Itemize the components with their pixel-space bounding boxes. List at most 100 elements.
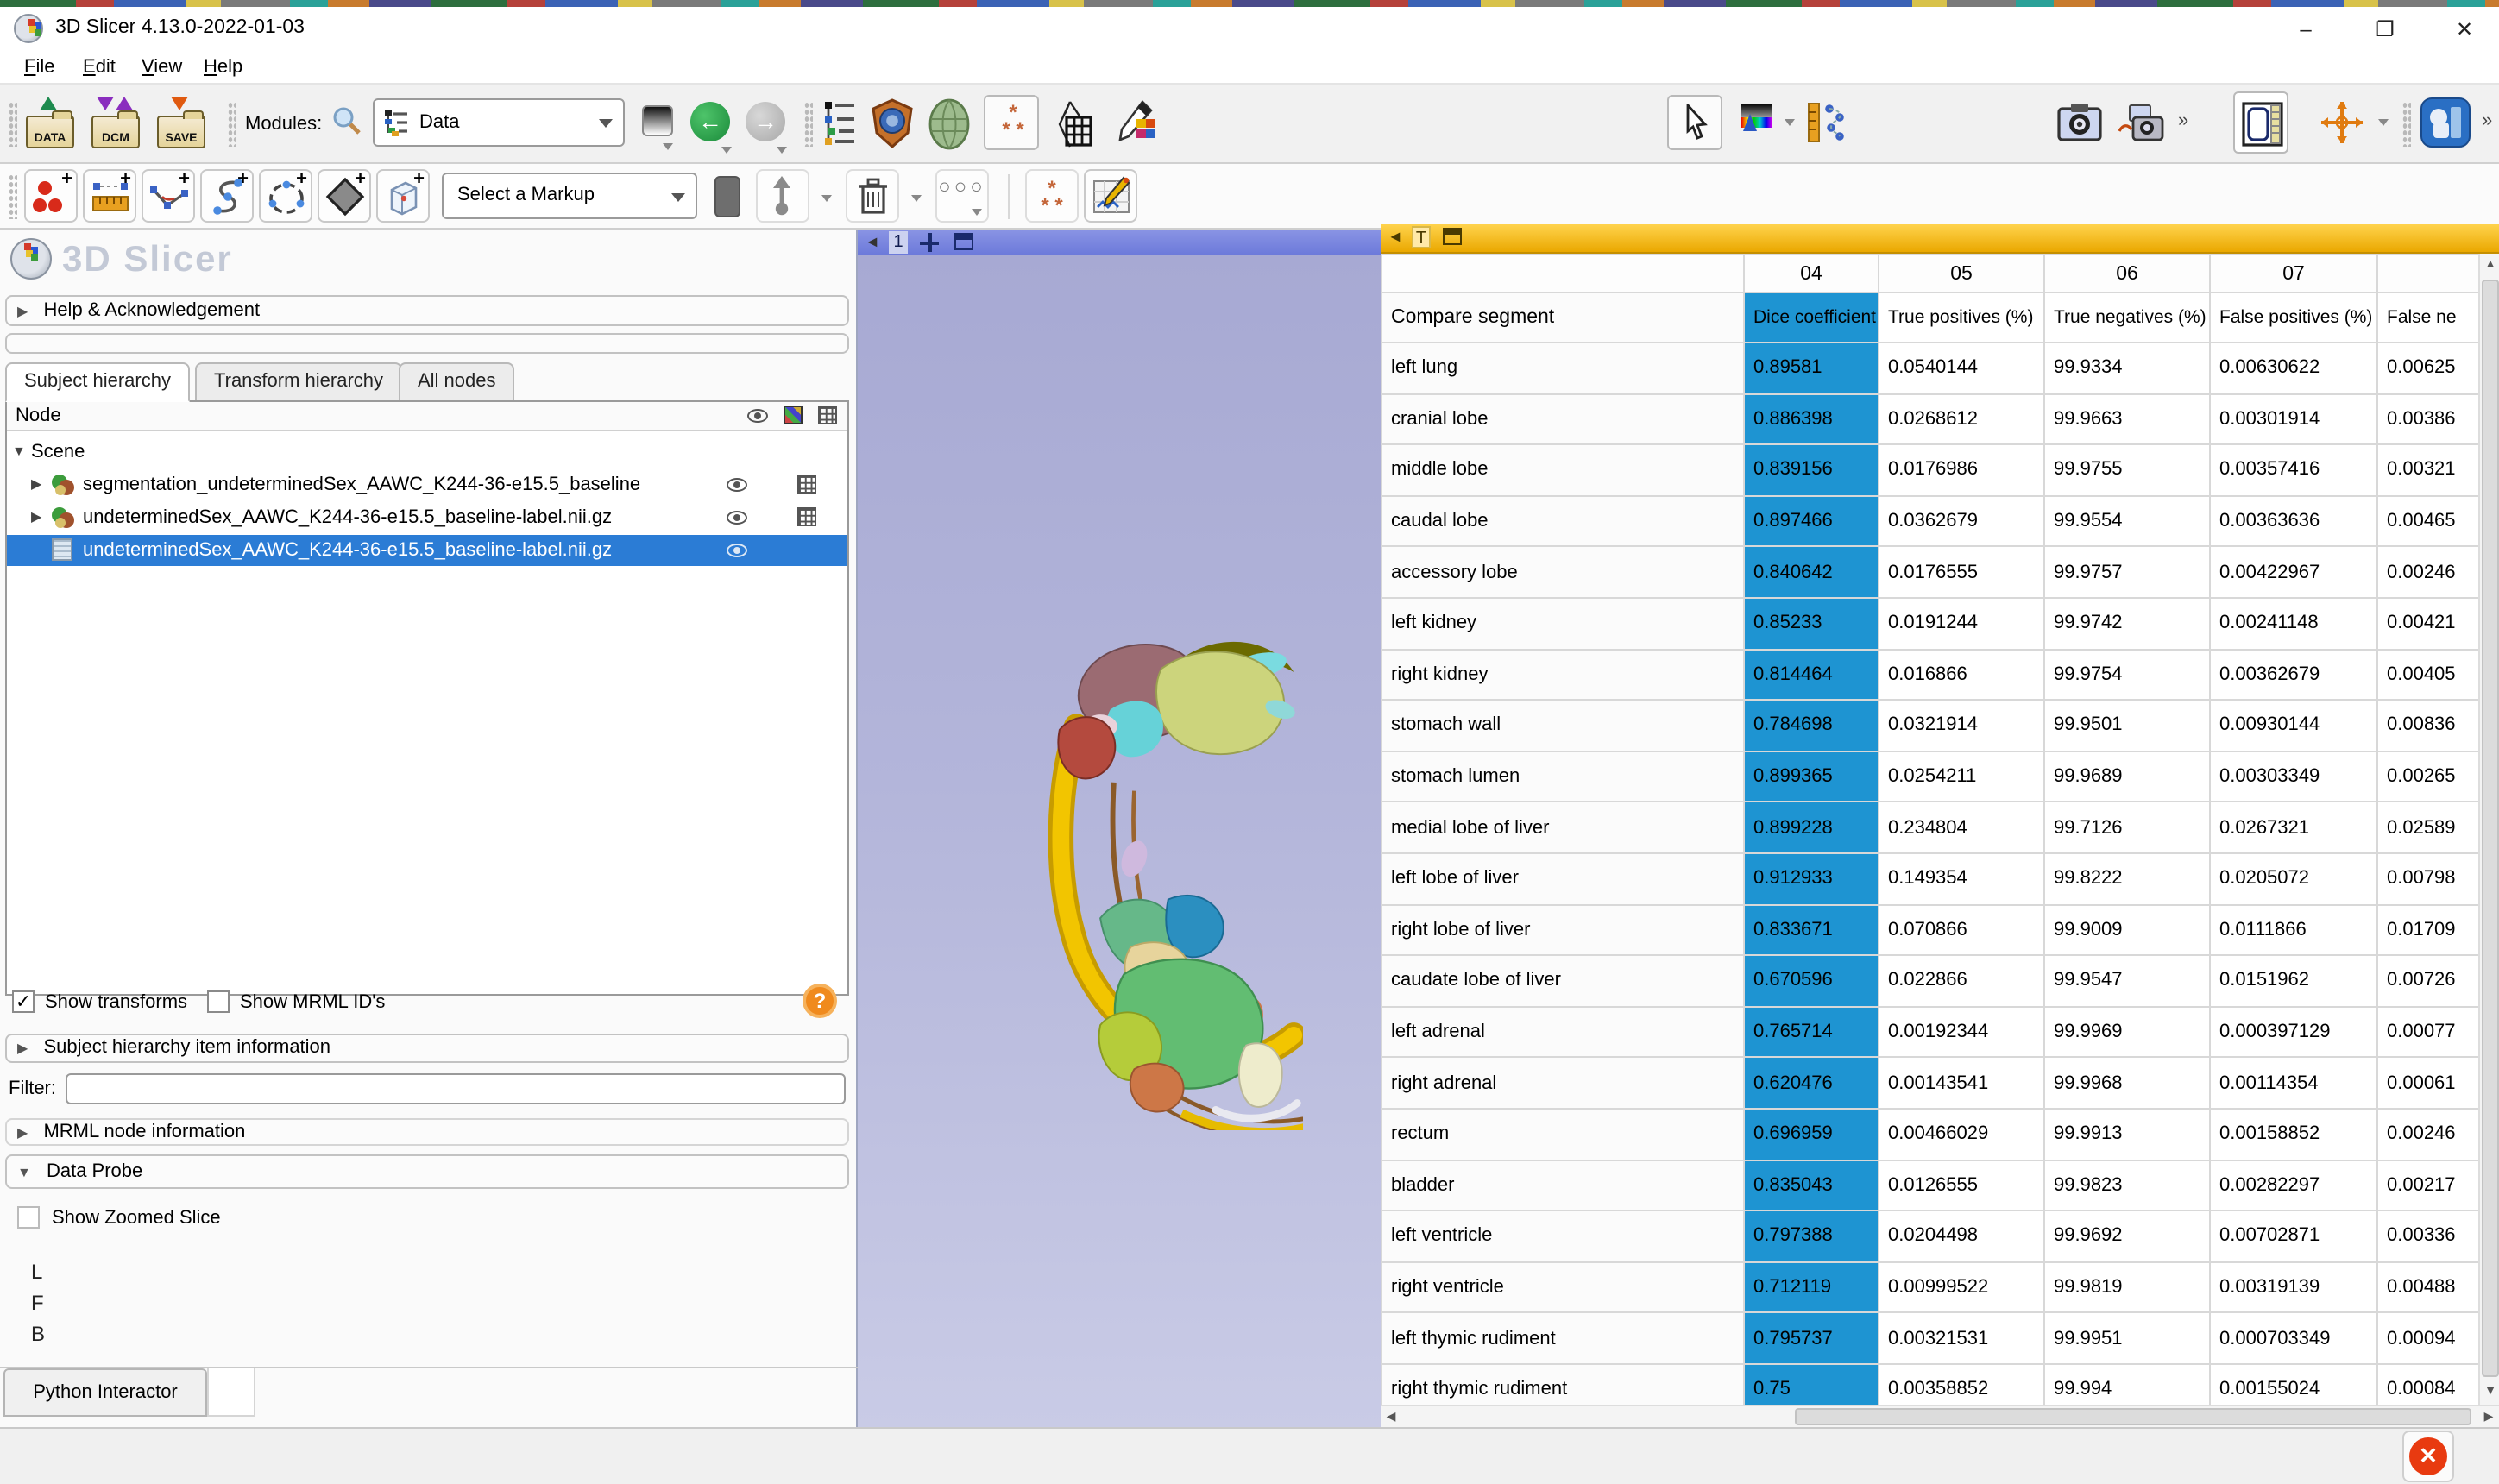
false-negatives-header-cell[interactable]: False ne [2377, 292, 2478, 343]
cell-fn[interactable]: 0.00246 [2377, 547, 2478, 598]
cell-tn[interactable]: 99.9951 [2044, 1313, 2210, 1364]
cell-fp[interactable]: 0.00282297 [2210, 1160, 2377, 1210]
scroll-right-arrow[interactable]: ▶ [2478, 1406, 2499, 1429]
cell-tp[interactable]: 0.234804 [1879, 802, 2044, 853]
cell-dice[interactable]: 0.839156 [1744, 444, 1879, 495]
visibility-eye-icon[interactable] [727, 544, 747, 557]
data-probe-section[interactable]: ▼ Data Probe [5, 1154, 849, 1189]
cell-dice[interactable]: 0.696959 [1744, 1109, 1879, 1160]
cell-fp[interactable]: 0.00702871 [2210, 1210, 2377, 1261]
menu-edit[interactable]: Edit [76, 55, 123, 83]
mrml-node-information-section[interactable]: ▶ MRML node information [5, 1118, 849, 1146]
create-open-curve-button[interactable]: + [200, 169, 254, 223]
cell-fp[interactable]: 0.0151962 [2210, 955, 2377, 1006]
chevron-down-icon[interactable] [821, 195, 832, 202]
mouse-interaction-button[interactable] [1667, 95, 1722, 150]
create-plane-button[interactable]: + [318, 169, 371, 223]
cell-tp[interactable]: 0.0254211 [1879, 751, 2044, 802]
table-row[interactable]: medial lobe of liver0.8992280.23480499.7… [1382, 802, 2478, 853]
cell-label[interactable]: right lobe of liver [1382, 904, 1744, 955]
maximize-view-icon[interactable] [954, 233, 973, 250]
cell-fn[interactable]: 0.00336 [2377, 1210, 2478, 1261]
cell-tn[interactable]: 99.994 [2044, 1364, 2210, 1405]
column-header-extra[interactable] [2377, 255, 2478, 292]
adjust-window-level-button[interactable] [1740, 102, 1774, 140]
save-button[interactable]: SAVE [155, 100, 207, 148]
table-row[interactable]: left adrenal0.7657140.0019234499.99690.0… [1382, 1006, 2478, 1057]
cell-fp[interactable]: 0.00422967 [2210, 547, 2377, 598]
toolbar-drag-handle[interactable] [9, 174, 17, 219]
cell-dice[interactable]: 0.899365 [1744, 751, 1879, 802]
scroll-down-arrow[interactable]: ▼ [2480, 1380, 2499, 1405]
cell-dice[interactable]: 0.899228 [1744, 802, 1879, 853]
menu-view[interactable]: View [135, 55, 189, 83]
filter-input[interactable] [66, 1073, 846, 1104]
column-header-06[interactable]: 06 [2044, 255, 2210, 292]
cell-tp[interactable]: 0.00192344 [1879, 1006, 2044, 1057]
cell-tp[interactable]: 0.00466029 [1879, 1109, 2044, 1160]
tab-subject-hierarchy[interactable]: Subject hierarchy [5, 362, 190, 402]
tree-row-scene[interactable]: ▼ Scene [7, 437, 847, 468]
cell-dice[interactable]: 0.912933 [1744, 853, 1879, 904]
cell-tn[interactable]: 99.9968 [2044, 1058, 2210, 1109]
cell-tp[interactable]: 0.0540144 [1879, 343, 2044, 393]
scrollbar-thumb[interactable] [2482, 280, 2499, 1377]
cell-tp[interactable]: 0.00321531 [1879, 1313, 2044, 1364]
delete-markup-button[interactable] [846, 169, 899, 223]
table-row[interactable]: left ventricle0.7973880.020449899.96920.… [1382, 1210, 2478, 1261]
cell-fp[interactable]: 0.00362679 [2210, 649, 2377, 700]
maximize-view-icon[interactable] [1443, 228, 1462, 245]
cell-fp[interactable]: 0.00630622 [2210, 343, 2377, 393]
cell-tp[interactable]: 0.0204498 [1879, 1210, 2044, 1261]
cell-fn[interactable]: 0.00465 [2377, 496, 2478, 547]
cell-fn[interactable]: 0.00084 [2377, 1364, 2478, 1405]
table-row[interactable]: cranial lobe0.8863980.026861299.96630.00… [1382, 393, 2478, 444]
markup-selector-combobox[interactable]: Select a Markup [442, 173, 697, 219]
maximize-button[interactable]: ❐ [2351, 7, 2420, 52]
cell-tn[interactable]: 99.9754 [2044, 649, 2210, 700]
create-point-list-button[interactable]: + [24, 169, 78, 223]
cell-dice[interactable]: 0.840642 [1744, 547, 1879, 598]
cell-tn[interactable]: 99.9823 [2044, 1160, 2210, 1210]
toolbar-drag-handle[interactable] [804, 102, 813, 147]
cell-fp[interactable]: 0.00930144 [2210, 700, 2377, 751]
cell-label[interactable]: left lung [1382, 343, 1744, 393]
cell-dice[interactable]: 0.814464 [1744, 649, 1879, 700]
cell-fp[interactable]: 0.000703349 [2210, 1313, 2377, 1364]
menu-file[interactable]: File [17, 55, 62, 83]
error-log-button[interactable]: ✕ [2402, 1431, 2454, 1482]
table-row[interactable]: caudal lobe0.8974660.036267999.95540.003… [1382, 496, 2478, 547]
chevron-down-icon[interactable] [911, 195, 922, 202]
toolbar-overflow-chevron[interactable]: » [2482, 110, 2489, 131]
cell-fn[interactable]: 0.00061 [2377, 1058, 2478, 1109]
cell-fp[interactable]: 0.00303349 [2210, 751, 2377, 802]
cell-tp[interactable]: 0.0362679 [1879, 496, 2044, 547]
tree-row-volume-selected[interactable]: undeterminedSex_AAWC_K244-36-e15.5_basel… [7, 535, 847, 566]
view-controls-icon[interactable] [920, 233, 939, 252]
toolbar-drag-handle[interactable] [9, 102, 17, 147]
transform-column-icon[interactable] [818, 406, 837, 424]
cell-fn[interactable]: 0.00798 [2377, 853, 2478, 904]
cell-tp[interactable]: 0.00358852 [1879, 1364, 2044, 1405]
models-module-icon[interactable] [1053, 100, 1094, 148]
tab-transform-hierarchy[interactable]: Transform hierarchy [195, 362, 402, 402]
markups-module-button[interactable]: ** * [984, 95, 1039, 150]
cell-fn[interactable]: 0.00321 [2377, 444, 2478, 495]
table-row[interactable]: left kidney0.852330.019124499.97420.0024… [1382, 598, 2478, 649]
cell-fp[interactable]: 0.000397129 [2210, 1006, 2377, 1057]
cell-tp[interactable]: 0.00999522 [1879, 1261, 2044, 1312]
cell-dice[interactable]: 0.765714 [1744, 1006, 1879, 1057]
module-search-icon[interactable] [331, 105, 362, 136]
cell-fp[interactable]: 0.00319139 [2210, 1261, 2377, 1312]
crosshair-button[interactable] [2320, 100, 2364, 145]
table-row[interactable]: left lung0.895810.054014499.93340.006306… [1382, 343, 2478, 393]
collapsed-arrow-icon[interactable]: ▶ [31, 502, 41, 533]
cell-fp[interactable]: 0.0267321 [2210, 802, 2377, 853]
cell-tp[interactable]: 0.0176986 [1879, 444, 2044, 495]
cell-label[interactable]: medial lobe of liver [1382, 802, 1744, 853]
cell-fn[interactable]: 0.00217 [2377, 1160, 2478, 1210]
cell-label[interactable]: stomach wall [1382, 700, 1744, 751]
modules-combobox[interactable]: Data [373, 98, 625, 147]
cell-label[interactable]: left adrenal [1382, 1006, 1744, 1057]
tab-all-nodes[interactable]: All nodes [399, 362, 515, 402]
